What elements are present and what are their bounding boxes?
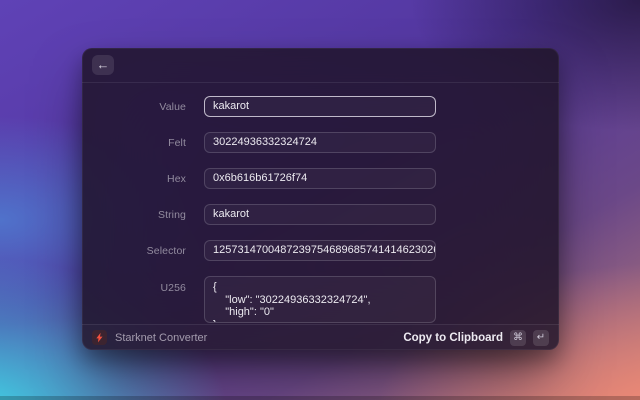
app-name: Starknet Converter <box>115 331 208 344</box>
field-row-selector: Selector 1257314700487239754689685741414… <box>82 240 559 261</box>
return-key-badge: ↵ <box>533 329 549 346</box>
field-row-felt: Felt 30224936332324724 <box>82 132 559 153</box>
field-row-hex: Hex 0x6b616b61726f74 <box>82 168 559 189</box>
app-chip: Starknet Converter <box>92 330 207 345</box>
form-fields: Value kakarot Felt 30224936332324724 Hex… <box>82 83 559 324</box>
primary-action-label: Copy to Clipboard <box>403 331 503 344</box>
field-label: String <box>157 208 186 221</box>
hex-input[interactable]: 0x6b616b61726f74 <box>204 168 436 189</box>
field-label: Felt <box>168 136 186 149</box>
starknet-converter-window: ← Value kakarot Felt 30224936332324724 H… <box>82 48 559 350</box>
field-label: Value <box>159 100 186 113</box>
field-row-string: String kakarot <box>82 204 559 225</box>
felt-input[interactable]: 30224936332324724 <box>204 132 436 153</box>
field-label: Hex <box>167 172 186 185</box>
back-arrow-icon: ← <box>96 57 110 72</box>
field-label: U256 <box>160 282 186 294</box>
u256-input[interactable]: { "low": "30224936332324724", "high": "0… <box>204 276 436 323</box>
string-input[interactable]: kakarot <box>204 204 436 225</box>
field-row-value: Value kakarot <box>82 96 559 117</box>
field-label: Selector <box>146 244 186 257</box>
command-key-badge: ⌘ <box>510 329 526 346</box>
selector-input[interactable]: 1257314700487239754689685741414623026444… <box>204 240 436 261</box>
back-button[interactable]: ← <box>92 55 114 75</box>
field-row-u256: U256 { "low": "30224936332324724", "high… <box>82 276 559 323</box>
wallpaper-bottom-edge <box>0 396 640 400</box>
value-input[interactable]: kakarot <box>204 96 436 117</box>
window-header: ← <box>82 48 559 83</box>
copy-to-clipboard-action[interactable]: Copy to Clipboard ⌘ ↵ <box>403 329 549 346</box>
window-footer: Starknet Converter Copy to Clipboard ⌘ ↵ <box>82 324 559 350</box>
lightning-bolt-icon <box>92 330 107 345</box>
